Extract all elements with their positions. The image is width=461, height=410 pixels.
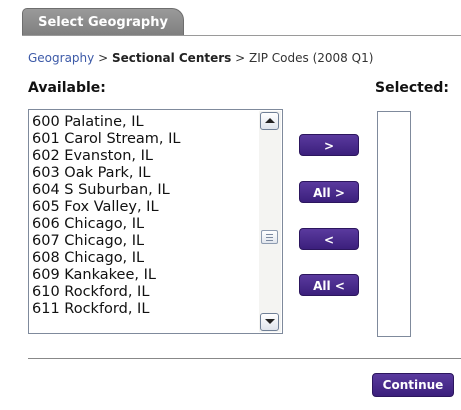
scroll-down-button[interactable] — [260, 313, 279, 331]
add-button[interactable]: > — [299, 134, 359, 156]
list-item[interactable]: 608 Chicago, IL — [32, 250, 258, 267]
chevron-up-icon — [265, 118, 275, 123]
breadcrumb-zip-codes: ZIP Codes (2008 Q1) — [248, 51, 374, 65]
list-item[interactable]: 607 Chicago, IL — [32, 233, 258, 250]
scroll-up-button[interactable] — [260, 112, 279, 130]
tab-divider — [22, 35, 461, 36]
vertical-scrollbar[interactable] — [259, 111, 281, 332]
breadcrumb-separator: > — [231, 51, 249, 65]
grip-line — [266, 237, 273, 238]
breadcrumb-separator: > — [94, 51, 112, 65]
continue-button[interactable]: Continue — [372, 373, 454, 397]
divider — [28, 358, 461, 359]
breadcrumb: Geography > Sectional Centers > ZIP Code… — [28, 51, 373, 65]
remove-button[interactable]: < — [299, 228, 359, 250]
selected-listbox[interactable] — [377, 111, 411, 337]
list-item[interactable]: 610 Rockford, IL — [32, 284, 258, 301]
list-item[interactable]: 603 Oak Park, IL — [32, 165, 258, 182]
remove-all-button[interactable]: All < — [299, 274, 359, 296]
available-listbox[interactable]: 600 Palatine, IL 601 Carol Stream, IL 60… — [28, 109, 283, 334]
scroll-thumb[interactable] — [261, 230, 278, 244]
breadcrumb-geography-link[interactable]: Geography — [28, 51, 94, 65]
chevron-down-icon — [265, 319, 275, 324]
list-item[interactable]: 606 Chicago, IL — [32, 216, 258, 233]
list-item[interactable]: 609 Kankakee, IL — [32, 267, 258, 284]
add-all-button[interactable]: All > — [299, 181, 359, 203]
list-item[interactable]: 600 Palatine, IL — [32, 114, 258, 131]
grip-line — [266, 234, 273, 235]
list-item[interactable]: 604 S Suburban, IL — [32, 182, 258, 199]
breadcrumb-sectional-centers: Sectional Centers — [111, 51, 232, 65]
tab-select-geography[interactable]: Select Geography — [22, 8, 184, 36]
grip-line — [266, 240, 273, 241]
list-item[interactable]: 601 Carol Stream, IL — [32, 131, 258, 148]
list-item[interactable]: 602 Evanston, IL — [32, 148, 258, 165]
available-options: 600 Palatine, IL 601 Carol Stream, IL 60… — [32, 114, 258, 318]
list-item[interactable]: 611 Rockford, IL — [32, 301, 258, 318]
selected-label: Selected: — [375, 80, 449, 96]
available-label: Available: — [28, 80, 106, 96]
list-item[interactable]: 605 Fox Valley, IL — [32, 199, 258, 216]
